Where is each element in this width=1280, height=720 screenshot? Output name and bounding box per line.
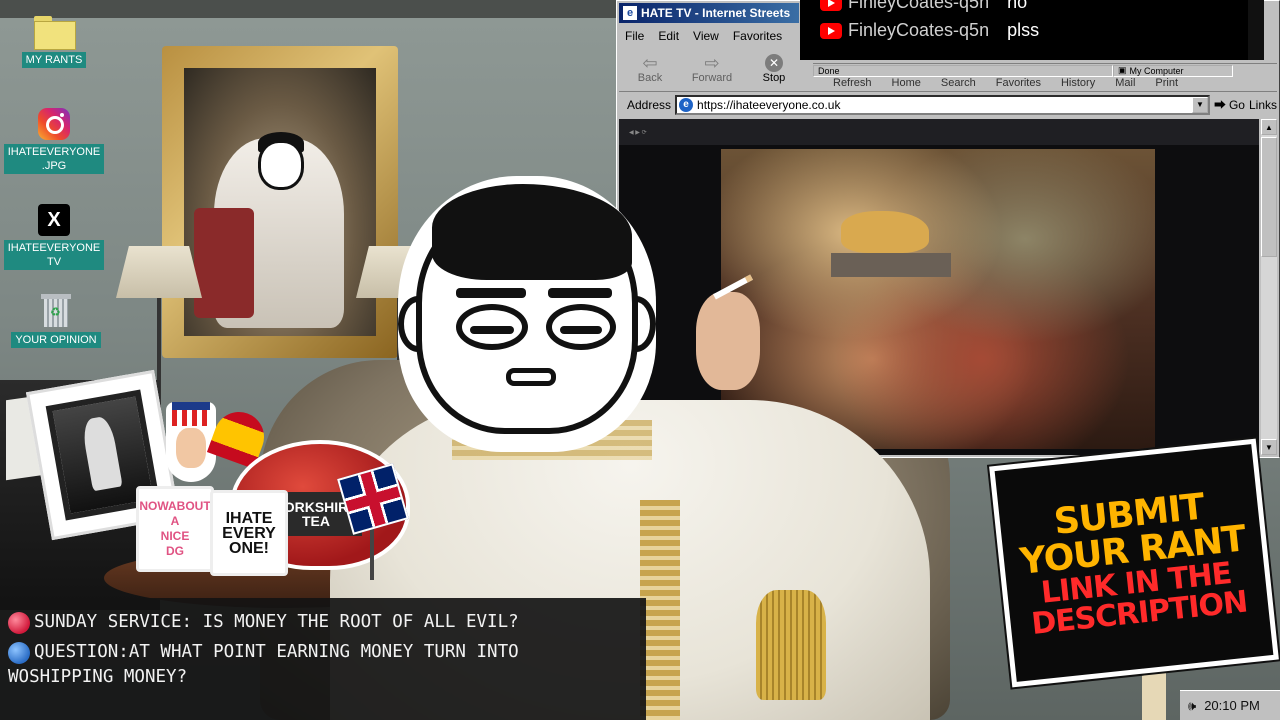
instagram-icon — [38, 108, 70, 140]
painting-altar — [831, 253, 951, 277]
toolbar-row-2: Refresh Home Search Favorites History Ma… — [813, 77, 1277, 89]
inner-browser-bar: ◀ ▶ ⟳ — [619, 119, 1259, 145]
chat-message: FinleyCoates-q5n no — [820, 0, 1027, 13]
recycle-bin-icon: ♻ — [41, 292, 71, 328]
caption-topic: SUNDAY SERVICE: IS MONEY THE ROOT OF ALL… — [8, 610, 519, 635]
desktop-icon-label: IHATEEVERYONE .JPG — [3, 144, 105, 174]
mug-left: NOWABOUT A NICE DG — [136, 486, 214, 572]
x-icon: X — [38, 204, 70, 236]
red-dot-icon — [8, 612, 30, 634]
caption-line-3: WOSHIPPING MONEY? — [8, 667, 188, 687]
chat-username: FinleyCoates-q5n — [848, 20, 990, 40]
browser-title: HATE TV - Internet Streets — [641, 6, 791, 20]
forward-label: Forward — [691, 72, 733, 84]
live-chat: FinleyCoates-q5n no FinleyCoates-q5n pls… — [800, 0, 1264, 60]
forward-button[interactable]: ⇨ Forward — [681, 49, 743, 89]
blue-dot-icon — [8, 642, 30, 664]
address-dropdown-icon[interactable]: ▼ — [1191, 96, 1208, 113]
back-label: Back — [637, 72, 663, 84]
tray-clock: 20:10 PM — [1204, 698, 1260, 713]
stop-icon: ✕ — [765, 54, 783, 72]
browser-title-bar[interactable]: e HATE TV - Internet Streets — [619, 3, 799, 23]
ie-logo-icon: e — [623, 6, 637, 20]
go-arrow-icon: ⮕ — [1213, 98, 1226, 112]
menu-favorites[interactable]: Favorites — [733, 29, 782, 43]
stop-button[interactable]: ✕ Stop — [743, 49, 805, 89]
cartoon-head-mask — [398, 176, 656, 452]
desktop-icon-label: MY RANTS — [21, 52, 87, 68]
youtube-icon — [820, 0, 842, 11]
address-bar: Address e https://ihateeveryone.co.uk ▼ … — [619, 91, 1277, 117]
menu-edit[interactable]: Edit — [658, 29, 679, 43]
favorites-button[interactable]: Favorites — [996, 77, 1041, 89]
desktop-icon-ihateeveryone-jpg[interactable]: IHATEEVERYONE .JPG — [3, 108, 105, 174]
print-button[interactable]: Print — [1155, 77, 1178, 89]
arrow-left-icon: ⇦ — [642, 53, 658, 73]
status-text: Done — [813, 64, 1113, 77]
scroll-up-icon[interactable]: ▲ — [1261, 119, 1277, 135]
painting-calf — [841, 211, 929, 253]
portrait-cape — [194, 208, 254, 318]
gown-embroidery — [640, 500, 680, 720]
mail-button[interactable]: Mail — [1115, 77, 1135, 89]
mug-ihateeveryone: IHATE EVERY ONE! — [210, 490, 288, 576]
system-tray: 🕪 20:10 PM — [1180, 690, 1280, 720]
chat-scrollbar[interactable] — [1248, 0, 1264, 60]
history-button[interactable]: History — [1061, 77, 1095, 89]
ceiling-ledge — [0, 0, 620, 18]
status-zone: ▣ My Computer — [1113, 64, 1233, 77]
address-label: Address — [627, 97, 672, 112]
menu-file[interactable]: File — [625, 29, 644, 43]
home-button[interactable]: Home — [892, 77, 921, 89]
lamp-left — [116, 246, 202, 298]
caption-question: QUESTION:AT WHAT POINT EARNING MONEY TUR… — [8, 640, 519, 665]
youtube-icon — [820, 22, 842, 39]
chat-message: FinleyCoates-q5n plss — [820, 20, 1039, 41]
chat-text: plss — [1007, 20, 1040, 40]
caption-line-2: QUESTION:AT WHAT POINT EARNING MONEY TUR… — [34, 642, 519, 662]
gold-tassel — [756, 590, 826, 700]
computer-icon: ▣ — [1118, 65, 1127, 75]
menu-view[interactable]: View — [693, 29, 719, 43]
portrait-frame — [162, 46, 398, 358]
go-button[interactable]: ⮕ Go — [1214, 96, 1245, 113]
desktop-icon-your-opinion[interactable]: ♻ YOUR OPINION — [10, 292, 102, 348]
go-label: Go — [1228, 97, 1245, 112]
address-input[interactable]: e https://ihateeveryone.co.uk ▼ — [675, 94, 1210, 115]
chat-username: FinleyCoates-q5n — [848, 0, 990, 12]
chat-text: no — [1007, 0, 1028, 12]
desktop-icon-my-rants[interactable]: MY RANTS — [18, 16, 90, 68]
inner-nav-icons: ◀ ▶ ⟳ — [629, 129, 647, 136]
caption-line-1: SUNDAY SERVICE: IS MONEY THE ROOT OF ALL… — [34, 612, 519, 632]
address-url: https://ihateeveryone.co.uk — [697, 97, 841, 112]
folder-icon — [34, 16, 76, 50]
scroll-down-icon[interactable]: ▼ — [1261, 439, 1277, 455]
speaker-icon[interactable]: 🕪 — [1188, 698, 1196, 714]
back-button[interactable]: ⇦ Back — [619, 49, 681, 89]
status-bar: Done ▣ My Computer — [813, 63, 1277, 77]
links-button[interactable]: Links — [1249, 98, 1277, 112]
portrait-face — [258, 140, 304, 190]
desktop-icon-label: IHATEEVERYONE TV — [3, 240, 105, 270]
scroll-thumb[interactable] — [1261, 137, 1277, 257]
search-button[interactable]: Search — [941, 77, 976, 89]
browser-menu-bar: File Edit View Favorites — [619, 25, 799, 47]
desktop-icon-ihateeveryone-tv[interactable]: X IHATEEVERYONE TV — [3, 204, 105, 270]
portrait-painting — [184, 68, 376, 336]
refresh-button[interactable]: Refresh — [833, 77, 872, 89]
browser-scrollbar[interactable]: ▲ ▼ — [1261, 119, 1277, 455]
status-zone-label: My Computer — [1129, 65, 1184, 76]
uncle-sam-figure — [166, 402, 216, 482]
stop-label: Stop — [762, 72, 786, 84]
desktop-icon-label: YOUR OPINION — [11, 332, 101, 348]
caption-box: SUNDAY SERVICE: IS MONEY THE ROOT OF ALL… — [0, 598, 646, 720]
caption-question-cont: WOSHIPPING MONEY? — [8, 665, 187, 690]
arrow-right-icon: ⇨ — [704, 53, 720, 73]
browser-window[interactable]: e HATE TV - Internet Streets File Edit V… — [616, 0, 1280, 458]
ie-page-icon: e — [679, 97, 694, 112]
hand — [696, 292, 760, 390]
submit-rant-sign: SUBMIT YOUR RANT LINK IN THE DESCRIPTION — [989, 438, 1279, 688]
